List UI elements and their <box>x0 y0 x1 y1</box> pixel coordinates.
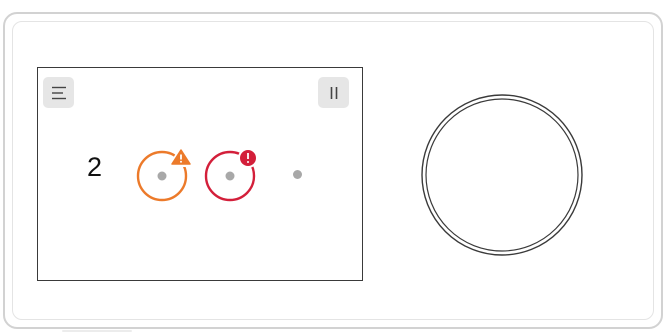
rotary-knob-icon <box>421 94 583 256</box>
status-item-warning[interactable] <box>134 146 194 211</box>
status-count: 2 <box>87 152 103 182</box>
menu-button[interactable] <box>43 77 74 108</box>
error-exclamation-icon <box>204 148 258 202</box>
display-screen: 2 <box>37 67 363 281</box>
status-item-idle[interactable] <box>293 170 302 179</box>
warning-triangle-icon <box>136 147 193 202</box>
pause-button[interactable] <box>318 77 349 108</box>
rotary-knob[interactable] <box>420 93 584 262</box>
pause-icon <box>330 86 337 99</box>
hamburger-menu-icon <box>51 86 66 99</box>
status-item-error[interactable] <box>202 146 262 211</box>
device-bottom-edge-mark <box>62 330 132 332</box>
